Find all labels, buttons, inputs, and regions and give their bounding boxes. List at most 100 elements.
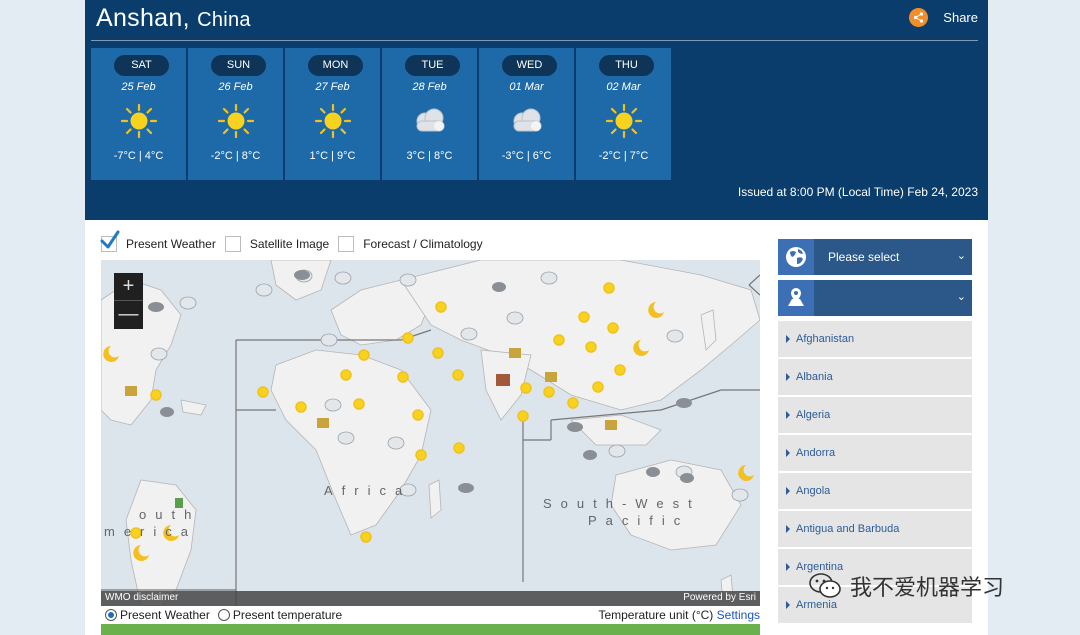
country-list-item[interactable]: Afghanistan [778, 321, 972, 357]
header-divider [91, 40, 978, 41]
map-mode-options: Present Weather Present temperature [105, 608, 342, 622]
share-label: Share [943, 10, 978, 25]
powered-by-esri: Powered by Esri [683, 592, 756, 603]
present-weather-radio[interactable]: Present Weather [105, 608, 210, 622]
map-label-south-america-line2: merica [104, 524, 198, 539]
map-footer: WMO disclaimer Powered by Esri [101, 591, 760, 606]
present-weather-radio-label: Present Weather [120, 608, 210, 622]
forecast-day-card[interactable]: WED 01 Mar -3°C | 6°C [479, 48, 574, 180]
zoom-out-button[interactable]: — [114, 301, 143, 328]
country-select[interactable]: ⌄ [778, 280, 972, 316]
watermark: 我不爱机器学习 [808, 570, 1004, 602]
cloud-icon [513, 108, 542, 132]
caret-right-icon [786, 373, 790, 381]
map-canvas [101, 260, 760, 606]
day-name: THU [599, 55, 654, 76]
day-date: 25 Feb [121, 81, 156, 93]
caret-right-icon [786, 487, 790, 495]
forecast-climatology-label: Forecast / Climatology [363, 237, 483, 251]
wechat-icon [809, 573, 841, 598]
city-name: Anshan, [96, 4, 190, 32]
checkbox[interactable] [224, 236, 241, 252]
country-list-item[interactable]: Algeria [778, 397, 972, 433]
chevron-down-icon: ⌄ [956, 250, 966, 262]
day-date: 26 Feb [218, 81, 253, 93]
satellite-image-label: Satellite Image [249, 237, 330, 251]
present-weather-checkbox[interactable]: Present Weather [100, 230, 216, 252]
settings-link[interactable]: Settings [717, 608, 760, 622]
forecast-days: SAT 25 Feb -7°C | 4°C SUN 26 Feb -2°C | … [91, 48, 671, 180]
present-weather-label: Present Weather [126, 237, 216, 251]
day-date: 28 Feb [412, 81, 447, 93]
radio-button[interactable] [105, 609, 117, 621]
checkbox[interactable] [100, 230, 120, 252]
map-zoom-control: + — [114, 273, 143, 329]
present-temperature-radio[interactable]: Present temperature [217, 608, 343, 622]
country-name: China [197, 9, 251, 31]
country-label: Andorra [796, 447, 836, 459]
country-list-item[interactable]: Antigua and Barbuda [778, 511, 972, 547]
wmo-disclaimer-link[interactable]: WMO disclaimer [105, 592, 178, 603]
caret-right-icon [786, 335, 790, 343]
day-temp-range: -2°C | 8°C [210, 150, 261, 162]
forecast-climatology-checkbox[interactable]: Forecast / Climatology [338, 236, 483, 252]
checkbox[interactable] [338, 236, 355, 252]
country-list-item[interactable]: Albania [778, 359, 972, 395]
country-list-item[interactable]: Andorra [778, 435, 972, 471]
map-label-sw-pacific-line1: South-West [543, 496, 701, 511]
day-date: 27 Feb [315, 81, 350, 93]
checkmark-icon [100, 230, 120, 249]
day-date: 01 Mar [509, 81, 544, 93]
map-layer-options: Present Weather Satellite Image Forecast… [100, 230, 492, 252]
world-weather-map[interactable]: Africa outh merica South-West Pacific + … [101, 260, 760, 606]
page: Anshan, China Share SAT 25 Feb -7°C | 4°… [85, 0, 988, 635]
satellite-image-checkbox[interactable]: Satellite Image [224, 236, 330, 252]
sun-icon [120, 103, 158, 139]
region-select[interactable]: Please select ⌄ [778, 239, 972, 275]
radio-button[interactable] [217, 609, 230, 621]
map-label-south-america-line1: outh [139, 507, 201, 522]
country-list-item[interactable]: Angola [778, 473, 972, 509]
zoom-in-button[interactable]: + [114, 273, 143, 300]
sun-icon [314, 103, 352, 139]
issued-time: Issued at 8:00 PM (Local Time) Feb 24, 2… [737, 185, 978, 199]
cloud-icon [416, 108, 445, 132]
present-temperature-radio-label: Present temperature [232, 608, 343, 622]
forecast-day-card[interactable]: SAT 25 Feb -7°C | 4°C [91, 48, 186, 180]
weather-header: Anshan, China Share SAT 25 Feb -7°C | 4°… [85, 0, 988, 220]
forecast-day-card[interactable]: SUN 26 Feb -2°C | 8°C [188, 48, 283, 180]
forecast-day-card[interactable]: THU 02 Mar -2°C | 7°C [576, 48, 671, 180]
day-name: MON [308, 55, 363, 76]
map-label-africa: Africa [324, 483, 412, 498]
caret-right-icon [786, 563, 790, 571]
share-icon [909, 8, 929, 27]
day-name: SAT [114, 55, 169, 76]
caret-right-icon [786, 601, 790, 609]
globe-icon [778, 239, 814, 275]
sun-icon [217, 103, 255, 139]
forecast-day-card[interactable]: TUE 28 Feb 3°C | 8°C [382, 48, 477, 180]
temperature-unit-label: Temperature unit (°C) [598, 608, 714, 622]
sun-icon [605, 103, 643, 139]
temperature-unit: Temperature unit (°C) Settings [598, 608, 760, 622]
country-label: Algeria [796, 409, 831, 421]
country-label: Antigua and Barbuda [796, 523, 900, 535]
map-pin-icon [778, 280, 814, 316]
day-date: 02 Mar [606, 81, 641, 93]
caret-right-icon [786, 525, 790, 533]
country-label: Afghanistan [796, 333, 855, 345]
caret-right-icon [786, 411, 790, 419]
share-button[interactable]: Share [909, 8, 978, 27]
day-name: WED [502, 55, 557, 76]
day-temp-range: 3°C | 8°C [406, 150, 453, 162]
temperature-scale-bar [101, 624, 760, 635]
day-temp-range: -2°C | 7°C [598, 150, 649, 162]
day-temp-range: 1°C | 9°C [309, 150, 356, 162]
forecast-day-card[interactable]: MON 27 Feb 1°C | 9°C [285, 48, 380, 180]
caret-right-icon [786, 449, 790, 457]
chevron-down-icon: ⌄ [956, 291, 966, 303]
day-name: SUN [211, 55, 266, 76]
country-label: Angola [796, 485, 831, 497]
day-temp-range: -3°C | 6°C [501, 150, 552, 162]
watermark-text: 我不爱机器学习 [850, 575, 1005, 600]
